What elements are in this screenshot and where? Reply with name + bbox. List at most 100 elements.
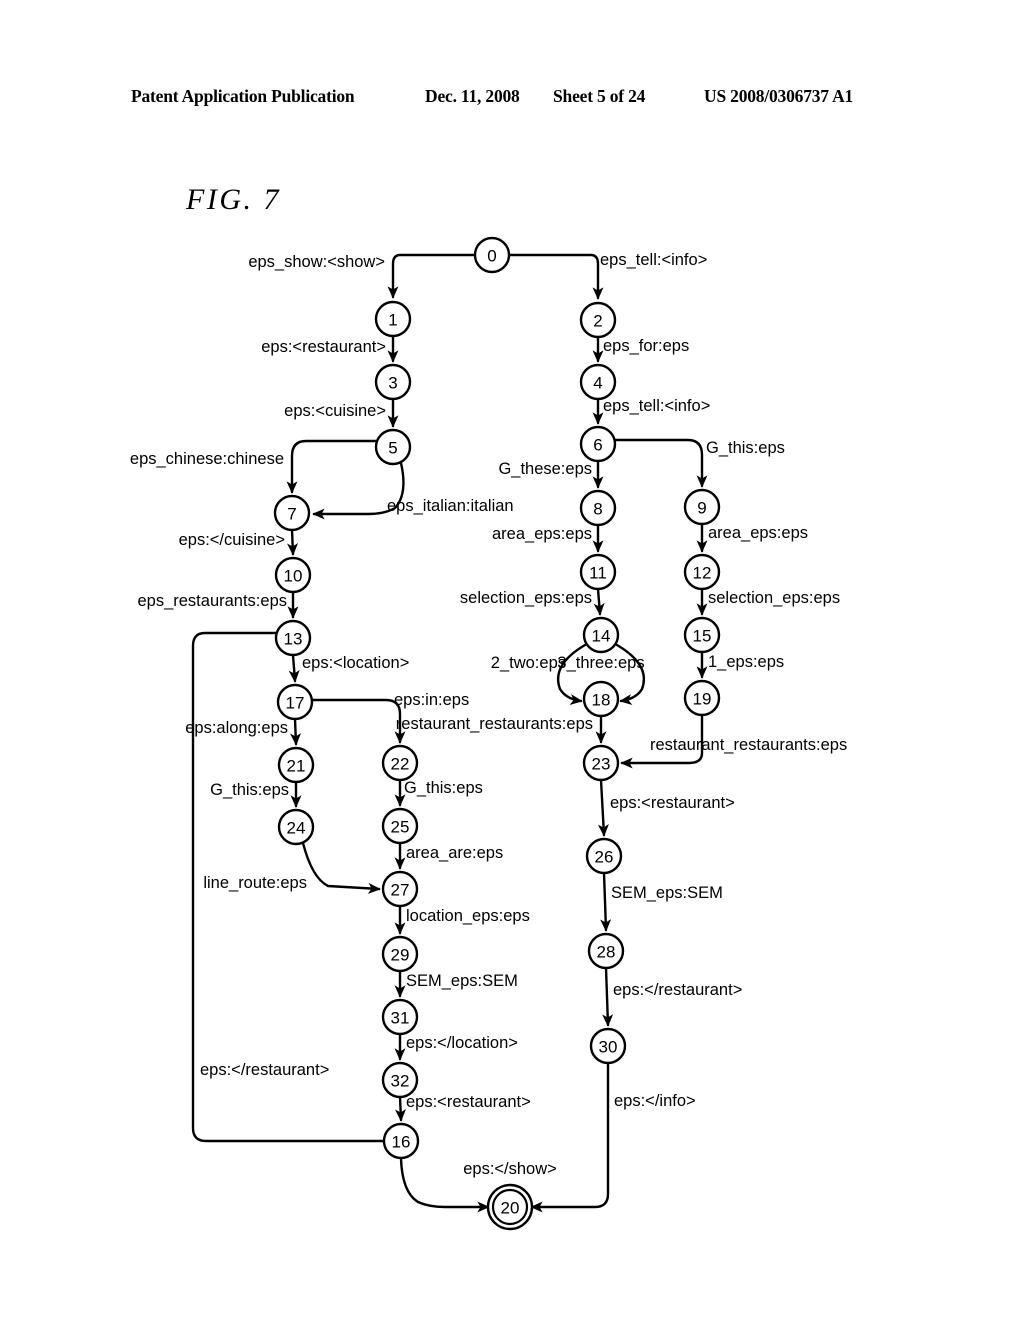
state-number: 3 (388, 374, 397, 393)
state-number: 1 (388, 311, 397, 330)
state-number: 10 (284, 567, 303, 586)
edge-label-selection_eps_11: selection_eps:eps (460, 589, 592, 607)
edge-label-eps_italian: eps_italian:italian (387, 497, 514, 515)
state-number: 14 (592, 627, 611, 646)
edge-label-eps_in_eps: eps:in:eps (394, 691, 469, 709)
edge-label-two_two: 2_two:eps (491, 654, 566, 672)
edge-label-eps_restaurant_23: eps:<restaurant> (610, 794, 735, 812)
edge-label-one_eps: 1_eps:eps (708, 653, 784, 671)
state-number: 25 (391, 818, 410, 837)
edge-label-sem_eps_29: SEM_eps:SEM (406, 972, 518, 990)
edge-label-eps_close_rest_28: eps:</restaurant> (613, 981, 742, 999)
edge-6-9 (613, 438, 708, 488)
state-number: 16 (392, 1133, 411, 1152)
edge-label-g_this_21: G_this:eps (210, 781, 289, 799)
edge-label-location_eps: location_eps:eps (406, 907, 530, 925)
state-node-11: 11 (579, 553, 617, 591)
edge-label-eps_tell_info_0: eps_tell:<info> (600, 251, 707, 269)
state-node-17: 17 (276, 683, 314, 721)
state-node-2: 2 (579, 301, 617, 339)
state-number: 4 (593, 374, 602, 393)
edge-label-eps_close_show: eps:</show> (463, 1160, 557, 1178)
state-node-0: 0 (473, 236, 511, 274)
state-number: 31 (391, 1009, 410, 1028)
edge-label-eps_restaurant_1: eps:<restaurant> (261, 338, 386, 356)
state-node-26: 26 (585, 837, 623, 875)
edge-label-eps_cuisine: eps:<cuisine> (284, 402, 386, 420)
state-number: 30 (599, 1038, 618, 1057)
state-number: 23 (592, 755, 611, 774)
state-number: 0 (487, 247, 496, 266)
state-node-25: 25 (381, 807, 419, 845)
state-number: 26 (595, 848, 614, 867)
state-node-13: 13 (274, 619, 312, 657)
edge-0-1 (387, 253, 477, 299)
state-number: 6 (593, 436, 602, 455)
edge-30-20 (530, 1061, 610, 1213)
edge-32-16 (395, 1095, 407, 1122)
state-number: 20 (501, 1199, 520, 1218)
edge-labels-layer: eps_show:<show> eps_tell:<info> eps:<resta… (130, 251, 847, 1178)
state-number: 28 (597, 943, 616, 962)
edge-17-21 (290, 717, 302, 746)
edge-label-g_this_22: G_this:eps (404, 779, 483, 797)
edge-label-eps_show: eps_show:<show> (248, 253, 385, 271)
edge-label-eps_tell_info_4: eps_tell:<info> (603, 397, 710, 415)
state-node-30: 30 (589, 1027, 627, 1065)
edge-label-three_three: 3_three:eps (557, 654, 644, 672)
edge-23-26 (597, 778, 609, 837)
state-number: 22 (391, 755, 410, 774)
edge-label-restaurant_rest_19: restaurant_restaurants:eps (650, 736, 847, 754)
state-node-14: 14 (582, 616, 620, 654)
state-number: 11 (589, 564, 607, 583)
state-node-7: 7 (273, 494, 311, 532)
state-node-21: 21 (277, 746, 315, 784)
edge-label-g_these: G_these:eps (498, 460, 592, 478)
state-node-27: 27 (381, 870, 419, 908)
edge-label-eps_close_info: eps:</info> (614, 1092, 696, 1110)
edge-label-eps_for_eps: eps_for:eps (603, 337, 689, 355)
state-node-16: 16 (382, 1122, 420, 1160)
state-number: 32 (391, 1072, 410, 1091)
state-node-31: 31 (381, 998, 419, 1036)
edge-label-eps_along: eps:along:eps (185, 719, 288, 737)
state-number: 29 (391, 946, 410, 965)
edge-17-22 (310, 698, 406, 744)
state-number: 18 (592, 691, 611, 710)
state-node-32: 32 (381, 1061, 419, 1099)
state-node-10: 10 (274, 556, 312, 594)
edge-label-eps_close_location: eps:</location> (406, 1034, 518, 1052)
edge-5-7-chinese (286, 439, 379, 494)
edge-label-eps_location: eps:<location> (302, 654, 409, 672)
edge-label-restaurant_rest_18: restaurant_restaurants:eps (396, 715, 593, 733)
edge-7-10 (287, 528, 299, 556)
edge-label-eps_restaurants: eps_restaurants:eps (137, 592, 287, 610)
state-node-4: 4 (579, 363, 617, 401)
state-node-24: 24 (277, 808, 315, 846)
state-number: 5 (388, 439, 397, 458)
state-number: 17 (286, 694, 305, 713)
state-number: 27 (391, 881, 410, 900)
edge-28-30 (602, 966, 614, 1027)
nodes-layer: 01 23 45 67 8 910 11 1213 14 151617 18 192021 22 2324… (273, 236, 721, 1231)
state-node-19: 19 (683, 679, 721, 717)
state-node-20: 20 (486, 1183, 534, 1231)
state-transducer-diagram: 01 23 45 67 8 910 11 1213 14 151617 18 192021 22 2324… (130, 236, 847, 1231)
edge-26-28 (600, 871, 612, 932)
edge-label-g_this_6: G_this:eps (706, 439, 785, 457)
state-node-29: 29 (381, 935, 419, 973)
state-number: 2 (593, 312, 602, 331)
state-node-8: 8 (579, 489, 617, 527)
edge-label-area_are: area_are:eps (406, 844, 503, 862)
edge-label-line_route: line_route:eps (203, 874, 307, 892)
state-node-12: 12 (683, 553, 721, 591)
edge-0-2 (507, 253, 604, 300)
edge-label-eps_chinese: eps_chinese:chinese (130, 450, 284, 468)
edge-label-area_eps_9: area_eps:eps (708, 524, 808, 542)
state-node-5: 5 (374, 428, 412, 466)
state-number: 21 (287, 757, 306, 776)
edge-label-selection_eps_12: selection_eps:eps (708, 589, 840, 607)
patent-page: Patent Application Publication Dec. 11, … (0, 0, 1024, 1320)
state-node-22: 22 (381, 744, 419, 782)
state-node-9: 9 (683, 488, 721, 526)
